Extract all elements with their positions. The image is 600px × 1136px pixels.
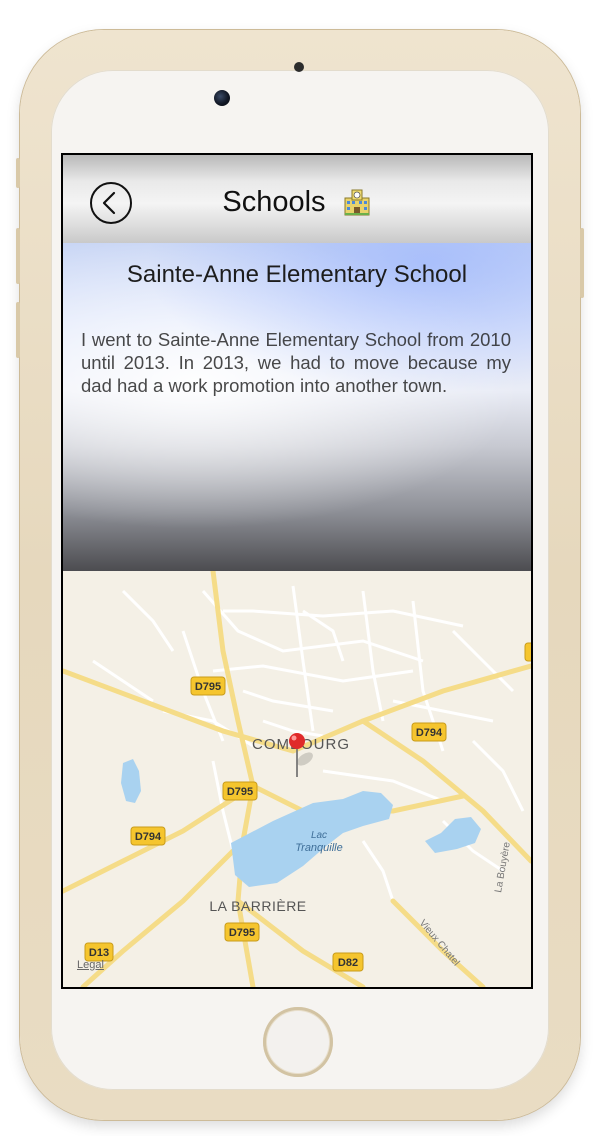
road-label: D795 bbox=[227, 786, 253, 798]
legal-link[interactable]: Legal bbox=[77, 959, 104, 971]
page-title: Schools bbox=[222, 185, 326, 218]
road-badge: D794 bbox=[411, 722, 447, 742]
front-camera bbox=[214, 90, 230, 106]
app-screen: Schools Sainte-Anne Elementary School I … bbox=[61, 153, 533, 989]
pond-east bbox=[425, 817, 481, 853]
school-icon bbox=[344, 189, 370, 216]
road-label: D795 bbox=[195, 681, 221, 693]
pond-west bbox=[121, 759, 141, 803]
street-label: Vieux Chatel bbox=[417, 918, 462, 968]
map-canvas[interactable]: D795 D794 D795 D794 D795 D13 D82 Lac Tra… bbox=[63, 571, 531, 987]
earpiece bbox=[294, 62, 304, 72]
mute-switch bbox=[16, 158, 20, 188]
road-label: D795 bbox=[229, 927, 255, 939]
navbar-title-group: Schools bbox=[63, 185, 531, 219]
road-label: D794 bbox=[416, 727, 443, 739]
volume-down-button bbox=[16, 302, 20, 358]
map-view[interactable]: D795 D794 D795 D794 D795 D13 D82 Lac Tra… bbox=[63, 571, 531, 987]
road-label: D13 bbox=[89, 947, 109, 959]
road-badge: D795 bbox=[224, 922, 260, 942]
road-label: D794 bbox=[135, 831, 162, 843]
volume-up-button bbox=[16, 228, 20, 284]
school-name: Sainte-Anne Elementary School bbox=[126, 261, 468, 288]
road-badge-edge bbox=[524, 642, 531, 662]
lake-label: Lac bbox=[311, 830, 327, 841]
road-badge: D795 bbox=[190, 676, 226, 696]
school-description: I went to Sainte-Anne Elementary School … bbox=[81, 329, 511, 396]
road-badge: D82 bbox=[332, 952, 364, 972]
lake-label: Tranquille bbox=[295, 842, 343, 854]
navigation-bar: Schools bbox=[63, 155, 531, 243]
road-badge: D795 bbox=[222, 781, 258, 801]
power-button bbox=[580, 228, 584, 298]
road-label: D82 bbox=[338, 957, 358, 969]
place-label: LA BARRIÈRE bbox=[209, 898, 306, 914]
school-detail-panel: Sainte-Anne Elementary School I went to … bbox=[63, 243, 531, 571]
home-button[interactable] bbox=[263, 1007, 333, 1077]
road-badge: D794 bbox=[130, 826, 166, 846]
